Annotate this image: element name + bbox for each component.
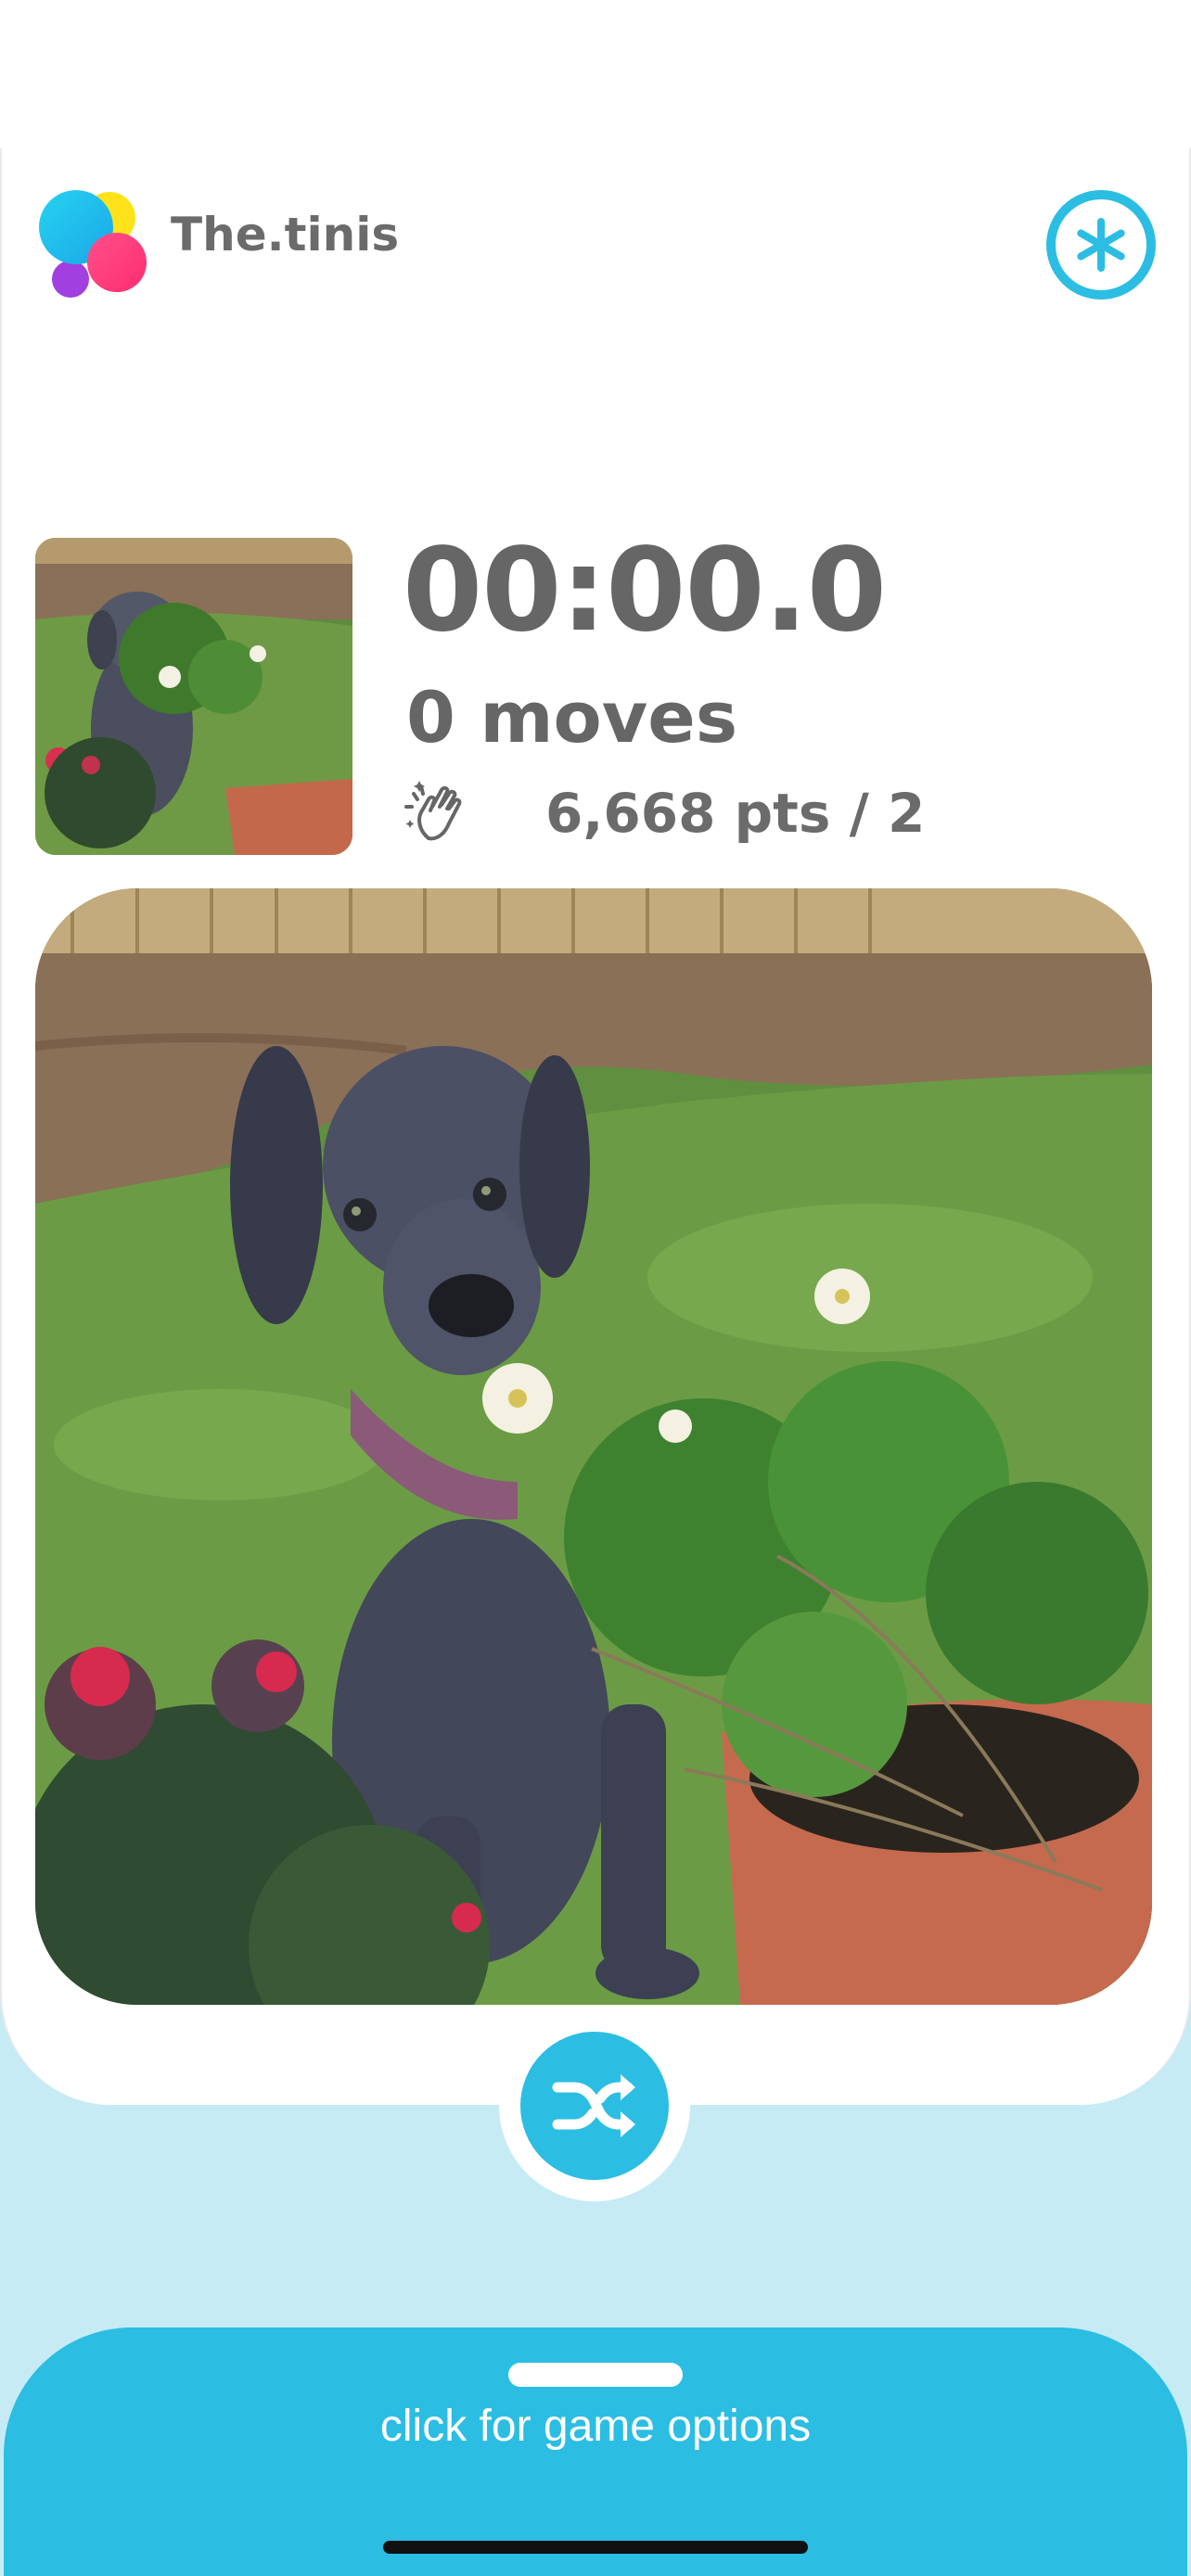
clapping-hands-icon: [401, 773, 475, 848]
game-options-label: click for game options: [379, 2402, 812, 2451]
app-logo-icon: [37, 188, 148, 300]
app-name: The.tinis: [171, 208, 400, 261]
sheet-drag-handle[interactable]: [508, 2363, 683, 2387]
puzzle-board[interactable]: [35, 888, 1152, 2005]
timer-display: 00:00.0: [403, 524, 887, 657]
shuffle-button[interactable]: [520, 2032, 669, 2180]
settings-button[interactable]: [1046, 190, 1156, 300]
moves-counter: 0 moves: [406, 676, 738, 759]
asterisk-icon: [1077, 218, 1125, 272]
shuffle-icon: [552, 2074, 635, 2137]
game-options-sheet[interactable]: click for game options: [4, 2327, 1187, 2576]
points-score: 6,668 pts / 2: [545, 782, 926, 845]
home-indicator: [383, 2541, 808, 2554]
preview-thumbnail: [35, 538, 352, 855]
